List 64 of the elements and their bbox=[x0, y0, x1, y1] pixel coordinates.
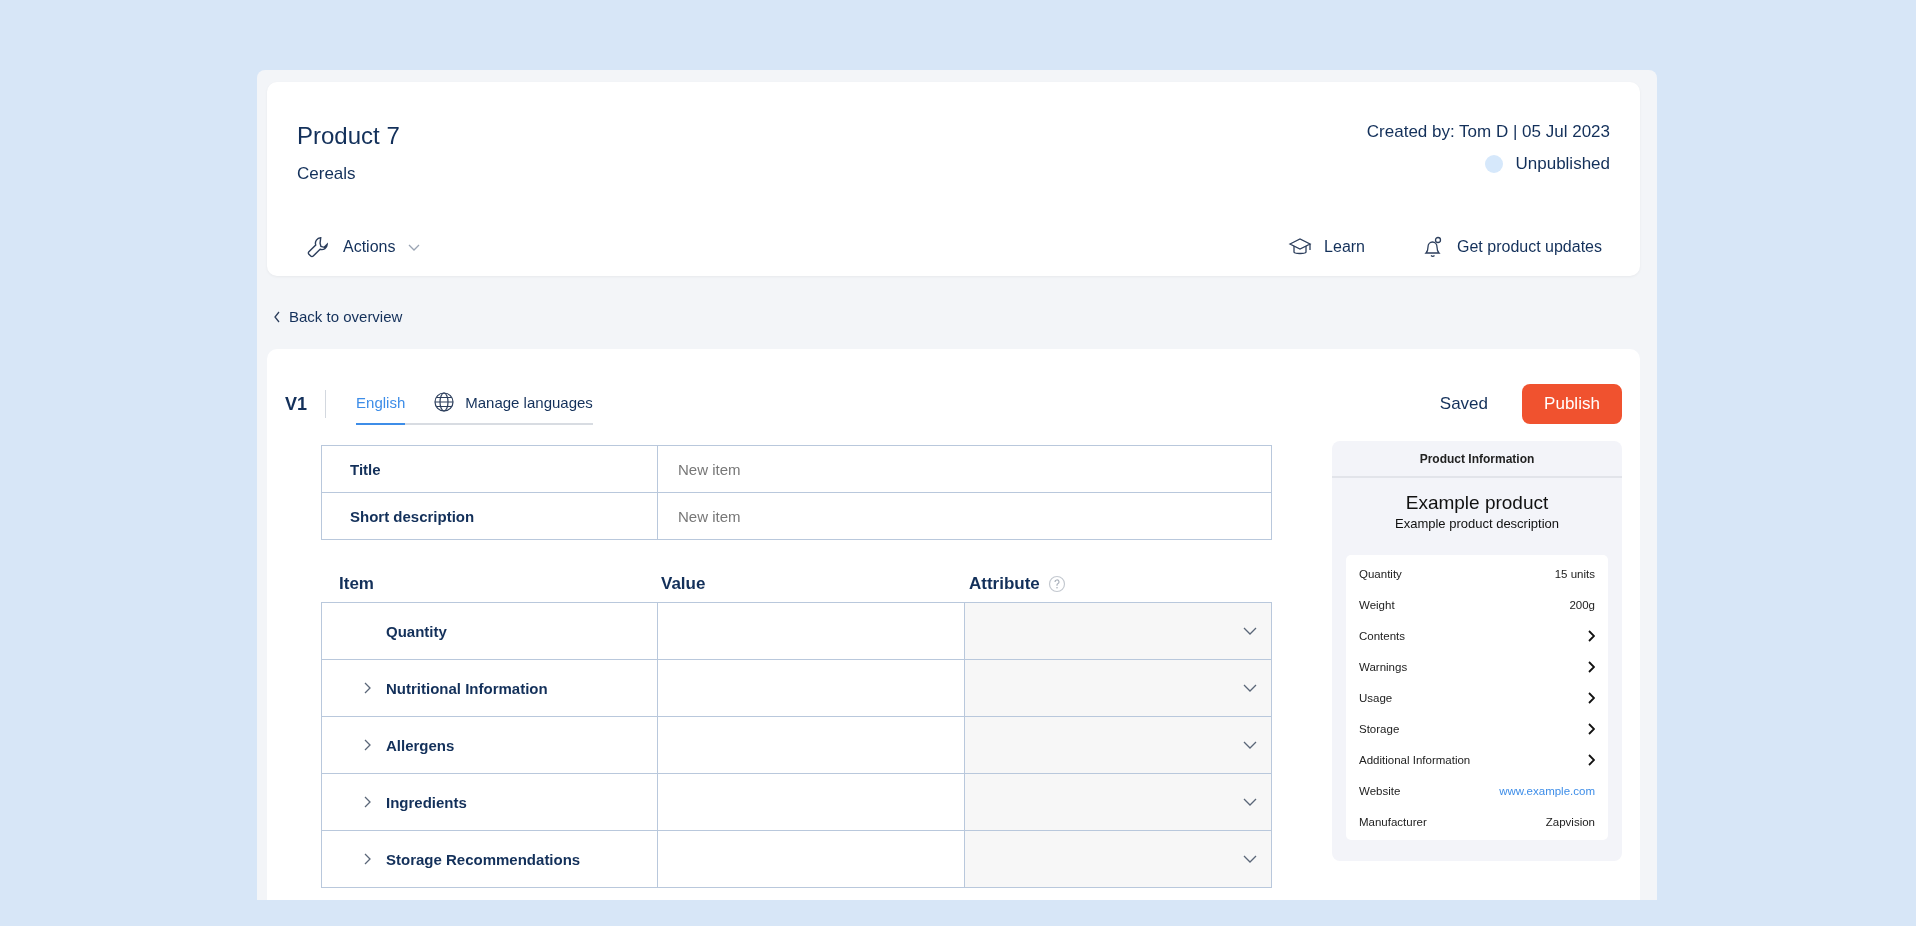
value-input-field[interactable] bbox=[657, 773, 965, 831]
preview-label: Storage bbox=[1359, 722, 1400, 735]
item-name: Ingredients bbox=[386, 793, 467, 811]
caret-icon bbox=[1243, 797, 1257, 807]
language-tab[interactable]: English bbox=[356, 383, 406, 425]
updates-link[interactable]: Get product updates bbox=[1413, 231, 1610, 263]
publish-button[interactable]: Publish bbox=[1522, 384, 1622, 424]
globe-icon bbox=[433, 391, 456, 413]
caret-icon bbox=[1243, 683, 1257, 693]
attribute-dropdown[interactable] bbox=[965, 659, 1272, 717]
attribute-dropdown[interactable] bbox=[965, 716, 1272, 774]
column-header: Value bbox=[661, 574, 706, 594]
column-header: Item bbox=[339, 574, 374, 594]
back-link[interactable]: Back to overview bbox=[269, 304, 407, 329]
created-info: Created by: Tom D | 05 Jul 2023 bbox=[1366, 122, 1610, 142]
chevron-right-icon[interactable] bbox=[1587, 753, 1595, 766]
preview-value: 15 units bbox=[1554, 567, 1595, 580]
save-status: Saved bbox=[1439, 394, 1488, 414]
preview-value: Zapvision bbox=[1545, 815, 1595, 828]
caret-icon bbox=[1243, 626, 1257, 636]
website-link[interactable]: www.example.com bbox=[1499, 784, 1595, 797]
chevron-right-icon[interactable] bbox=[1587, 722, 1595, 735]
item-name: Quantity bbox=[386, 622, 447, 640]
item-name: Nutritional Information bbox=[386, 679, 548, 697]
chevron-right-icon[interactable] bbox=[1587, 660, 1595, 673]
product-title: Product 7 bbox=[297, 122, 400, 150]
version-label: V1 bbox=[285, 393, 308, 415]
learn-link[interactable]: Learn bbox=[1280, 231, 1373, 263]
preview-value: 200g bbox=[1569, 598, 1595, 611]
item-name: Allergens bbox=[386, 736, 455, 754]
chevron-left-icon bbox=[273, 310, 281, 323]
preview-title: Example product bbox=[1404, 492, 1550, 514]
value-input-field[interactable] bbox=[657, 830, 965, 888]
chevron-right-icon[interactable] bbox=[1587, 629, 1595, 642]
item-name: Storage Recommendations bbox=[386, 850, 581, 868]
field-label: Short description bbox=[321, 492, 657, 540]
text-input-field[interactable]: New item bbox=[657, 445, 1272, 493]
text-input-field[interactable]: New item bbox=[657, 492, 1272, 540]
manage-languages-tab[interactable]: Manage languages bbox=[433, 383, 593, 425]
value-input-field[interactable] bbox=[657, 716, 965, 774]
caret-icon bbox=[1243, 854, 1257, 864]
preview-label: Quantity bbox=[1359, 567, 1402, 580]
attribute-dropdown[interactable] bbox=[965, 830, 1272, 888]
value-input-field[interactable] bbox=[657, 602, 965, 660]
status-label: Unpublished bbox=[1515, 154, 1610, 174]
preview-label: Manufacturer bbox=[1359, 815, 1427, 828]
help-icon[interactable] bbox=[1047, 575, 1066, 593]
column-header: Attribute bbox=[969, 574, 1040, 594]
preview-label: Weight bbox=[1359, 598, 1395, 611]
preview-label: Website bbox=[1359, 784, 1401, 797]
preview-label: Additional Information bbox=[1359, 753, 1471, 766]
preview-label: Usage bbox=[1359, 691, 1393, 704]
preview-label: Warnings bbox=[1359, 660, 1408, 673]
chevron-right-icon[interactable] bbox=[1587, 691, 1595, 704]
product-category: Cereals bbox=[297, 164, 357, 184]
caret-icon bbox=[1243, 740, 1257, 750]
wrench-icon bbox=[305, 234, 331, 260]
value-input-field[interactable] bbox=[657, 659, 965, 717]
preview-heading: Product Information bbox=[1332, 441, 1622, 478]
actions-menu[interactable]: Actions bbox=[297, 230, 430, 264]
attribute-dropdown[interactable] bbox=[965, 602, 1272, 660]
preview-label: Contents bbox=[1359, 629, 1406, 642]
attribute-dropdown[interactable] bbox=[965, 773, 1272, 831]
preview-description: Example product description bbox=[1394, 516, 1560, 531]
